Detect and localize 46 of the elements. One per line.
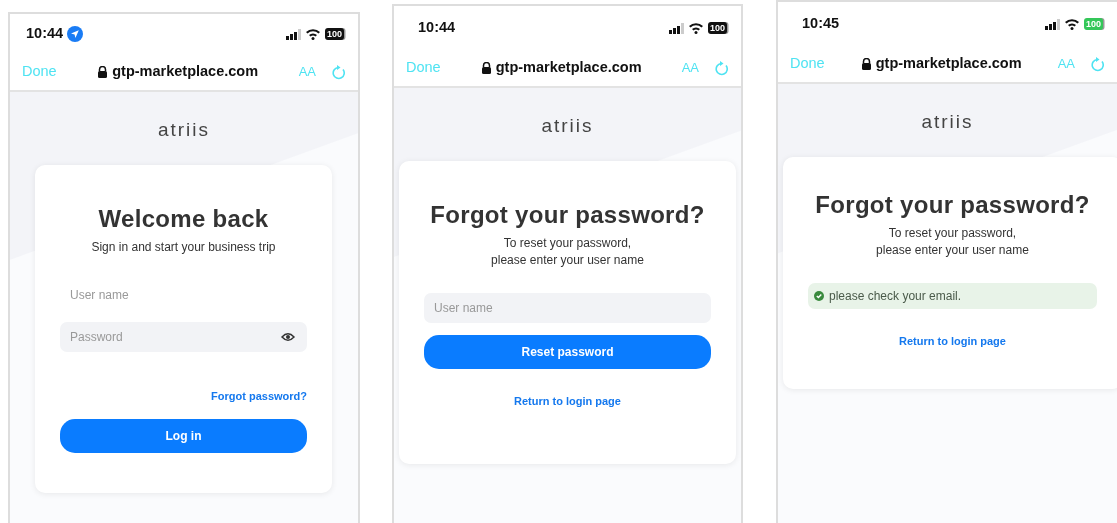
form-title: Forgot your password? [429, 200, 706, 230]
lock-icon [97, 66, 109, 78]
form-subtitle: To reset your password, please enter your user name [490, 235, 645, 270]
battery-level: 100 [1083, 18, 1103, 30]
alert-text: please check your email. [829, 288, 962, 306]
text-link[interactable]: Return to login page [514, 393, 621, 410]
battery-level: 100 [707, 22, 727, 34]
brand-logo: atriis [541, 114, 594, 138]
form-subtitle: To reset your password, please enter your user name [875, 225, 1030, 260]
form-subtitle: Sign in and start your business trip [90, 239, 277, 257]
status-time: 10:44 [26, 24, 64, 44]
url-text: gtp-marketplace.com [112, 62, 259, 82]
reload-icon[interactable] [332, 64, 346, 80]
text-link[interactable]: Forgot password? [211, 388, 307, 405]
text-size-button[interactable]: AA [1057, 54, 1075, 74]
done-button[interactable]: Done [406, 57, 441, 79]
lock-icon [860, 58, 872, 70]
check-circle-icon [814, 291, 824, 302]
brand-logo: atriis [157, 118, 211, 142]
primary-button[interactable]: Reset password [424, 335, 711, 370]
password-field[interactable]: Password [60, 322, 307, 353]
form-title: Welcome back [97, 204, 270, 234]
status-time: 10:45 [802, 14, 840, 34]
primary-button[interactable]: Log in [60, 418, 307, 453]
wifi-icon [304, 28, 321, 40]
url-text: gtp-marketplace.com [875, 54, 1022, 74]
text-link[interactable]: Return to login page [899, 333, 1006, 350]
eye-icon[interactable] [281, 332, 295, 343]
form-title: Forgot your password? [814, 190, 1091, 220]
status-time: 10:44 [418, 18, 456, 38]
text-size-button[interactable]: AA [298, 62, 316, 82]
wifi-icon [1063, 18, 1080, 30]
input-field[interactable]: User name [424, 293, 711, 324]
wifi-icon [687, 22, 704, 34]
reload-icon[interactable] [715, 60, 729, 76]
signal-icon [668, 22, 684, 34]
done-button[interactable]: Done [790, 53, 825, 75]
lock-icon [480, 62, 492, 74]
signal-icon [285, 28, 301, 40]
text-size-button[interactable]: AA [681, 58, 699, 78]
brand-logo: atriis [921, 110, 974, 134]
reload-icon[interactable] [1091, 56, 1105, 72]
signal-icon [1044, 18, 1060, 30]
url-text: gtp-marketplace.com [495, 58, 642, 78]
done-button[interactable]: Done [22, 61, 57, 83]
battery-level: 100 [324, 28, 344, 40]
